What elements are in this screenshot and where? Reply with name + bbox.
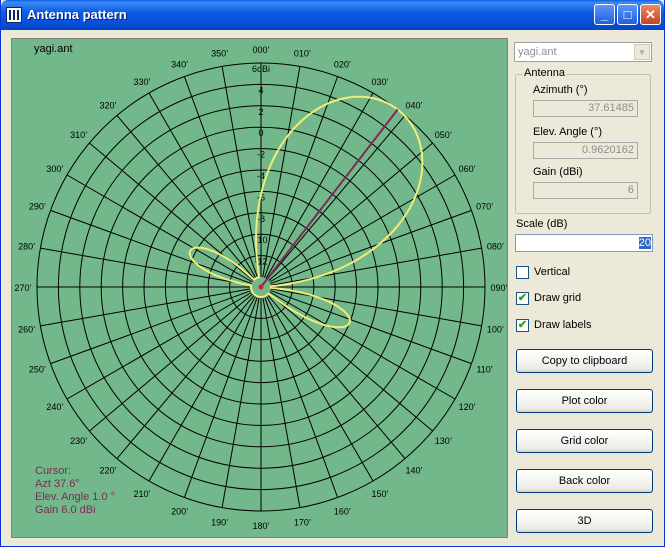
antenna-select[interactable]: yagi.ant ▼ — [514, 42, 652, 62]
polar-plot-canvas: 000’ 010’ 020’ 030’ 040’ 050’ 060’ 070’ 080’ 090’… — [14, 45, 507, 531]
antenna-group-title: Antenna — [522, 67, 567, 79]
cursor-readout-title: Cursor: — [35, 465, 72, 477]
azimuth-tick-label: 350’ — [211, 49, 228, 59]
draw-grid-checkbox[interactable]: ✔ Draw grid — [516, 292, 646, 306]
azimuth-tick-label: 240’ — [46, 402, 63, 412]
draw-grid-checkbox-label: Draw grid — [534, 292, 582, 304]
azimuth-tick-label: 100’ — [487, 324, 504, 334]
ring-gain-label: -4 — [257, 171, 265, 181]
cursor-gain: Gain 6.0 dBi — [35, 504, 96, 516]
draw-grid-checkbox-box[interactable]: ✔ — [516, 292, 529, 305]
ring-gain-label: 2 — [258, 107, 263, 117]
azimuth-tick-label: 170’ — [294, 517, 311, 527]
azimuth-tick-label: 140’ — [405, 465, 422, 475]
title-bar[interactable]: Antenna pattern _ □ ✕ — [1, 0, 664, 30]
antenna-pattern-window: Antenna pattern _ □ ✕ 000’ 010’ 020’ 030’ 04… — [0, 0, 665, 547]
azimuth-tick-label: 300’ — [46, 164, 63, 174]
antenna-select-value: yagi.ant — [518, 46, 557, 58]
ring-gain-label: 4 — [258, 85, 263, 95]
azimuth-tick-label: 260’ — [18, 324, 35, 334]
vertical-checkbox-label: Vertical — [534, 266, 571, 278]
maximize-button[interactable]: □ — [617, 4, 638, 25]
scale-label: Scale (dB) — [516, 218, 568, 230]
azimuth-tick-label: 320’ — [100, 101, 117, 111]
pattern-origin — [258, 284, 264, 290]
azimuth-tick-label: 230’ — [70, 436, 87, 446]
cursor-elevation: Elev. Angle 1.0 ° — [35, 491, 116, 503]
gain-field[interactable]: 6 — [533, 182, 638, 199]
app-icon — [6, 7, 22, 23]
azimuth-tick-label: 090’ — [490, 283, 507, 293]
3d-button[interactable]: 3D — [516, 509, 653, 533]
azimuth-field[interactable]: 37.61485 — [533, 100, 638, 117]
cursor-readout: Cursor: Azt 37.6° Elev. Angle 1.0 ° Gain… — [35, 465, 115, 517]
scale-input-value: 20 — [638, 237, 651, 249]
grid-color-button[interactable]: Grid color — [516, 429, 653, 453]
back-color-button[interactable]: Back color — [516, 469, 653, 493]
ring-gain-label: -2 — [257, 150, 265, 160]
ring-gain-label: 0 — [258, 128, 263, 138]
azimuth-tick-label: 130’ — [435, 436, 452, 446]
azimuth-label: Azimuth (°) — [533, 84, 588, 96]
azimuth-tick-label: 050’ — [435, 130, 452, 140]
azimuth-tick-label: 120’ — [459, 402, 476, 412]
grid-radial-line — [89, 293, 254, 432]
vertical-checkbox-box[interactable] — [516, 266, 529, 279]
grid-radial-line — [265, 92, 374, 279]
azimuth-tick-label: 150’ — [371, 489, 388, 499]
azimuth-tick-label: 250’ — [29, 364, 46, 374]
azimuth-tick-label: 290’ — [29, 202, 46, 212]
azimuth-tick-label: 190’ — [211, 517, 228, 527]
vertical-checkbox[interactable]: Vertical — [516, 266, 646, 280]
azimuth-tick-label: 270’ — [14, 283, 31, 293]
grid-radial-line — [66, 174, 253, 283]
chevron-down-icon[interactable]: ▼ — [634, 44, 650, 60]
grid-radial-line — [116, 294, 255, 459]
azimuth-tick-label: 000’ — [252, 45, 269, 55]
azimuth-tick-label: 200’ — [171, 507, 188, 517]
azimuth-tick-label: 040’ — [405, 101, 422, 111]
azimuth-tick-label: 080’ — [487, 242, 504, 252]
ring-gain-label: 6dBi — [252, 64, 270, 74]
azimuth-tick-label: 110’ — [476, 364, 492, 374]
grid-radial-line — [267, 294, 406, 459]
plot-antenna-file: yagi.ant — [34, 43, 73, 55]
cursor-azimuth: Azt 37.6° — [35, 478, 80, 490]
azimuth-tick-label: 330’ — [133, 77, 150, 87]
plot-color-button[interactable]: Plot color — [516, 389, 653, 413]
azimuth-tick-label: 010’ — [294, 49, 311, 59]
azimuth-tick-label: 160’ — [334, 507, 351, 517]
azimuth-tick-label: 070’ — [476, 202, 493, 212]
azimuth-tick-label: 210’ — [133, 489, 150, 499]
grid-radial-line — [148, 295, 257, 482]
polar-plot[interactable]: 000’ 010’ 020’ 030’ 040’ 050’ 060’ 070’ 080’ 090’… — [11, 38, 508, 538]
azimuth-tick-label: 340’ — [171, 59, 188, 69]
draw-labels-checkbox[interactable]: ✔ Draw labels — [516, 319, 646, 333]
grid-radial-line — [267, 115, 406, 280]
window-title: Antenna pattern — [27, 7, 127, 22]
elev-angle-field[interactable]: 0.9620162 — [533, 142, 638, 159]
cursor-line — [260, 108, 399, 288]
elev-angle-label: Elev. Angle (°) — [533, 126, 603, 138]
close-button[interactable]: ✕ — [640, 4, 661, 25]
azimuth-tick-label: 060’ — [459, 164, 476, 174]
scale-input[interactable]: 20 — [515, 234, 653, 252]
grid-radial-line — [148, 92, 257, 279]
azimuth-tick-label: 280’ — [18, 242, 35, 252]
grid-radial-line — [268, 293, 433, 432]
azimuth-tick-label: 030’ — [371, 77, 388, 87]
azimuth-tick-label: 310’ — [70, 130, 87, 140]
gain-label: Gain (dBi) — [533, 166, 583, 178]
grid-radial-line — [66, 291, 253, 400]
azimuth-tick-label: 180’ — [252, 521, 269, 531]
antenna-group: Antenna Azimuth (°) 37.61485 Elev. Angle… — [515, 67, 651, 214]
draw-labels-checkbox-box[interactable]: ✔ — [516, 319, 529, 332]
grid-radial-line — [269, 174, 456, 283]
copy-to-clipboard-button[interactable]: Copy to clipboard — [516, 349, 653, 373]
draw-labels-checkbox-label: Draw labels — [534, 319, 592, 331]
grid-radial-line — [269, 291, 456, 400]
minimize-button[interactable]: _ — [594, 4, 615, 25]
grid-radial-line — [116, 115, 255, 280]
azimuth-tick-label: 020’ — [334, 59, 351, 69]
